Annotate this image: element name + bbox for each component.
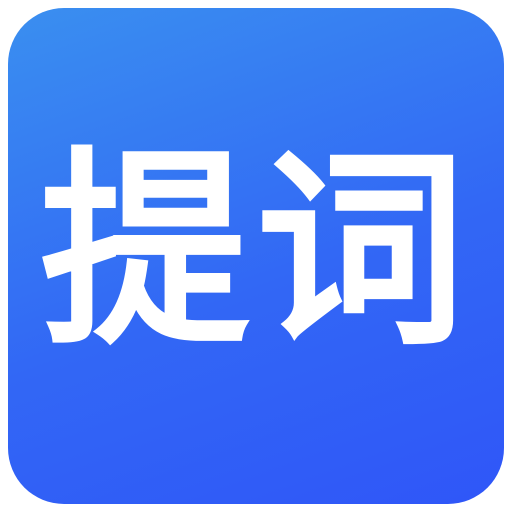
icon-canvas: 提词 [0, 0, 512, 512]
app-icon[interactable]: 提词 [8, 8, 504, 504]
app-icon-label: 提词 [39, 129, 472, 374]
